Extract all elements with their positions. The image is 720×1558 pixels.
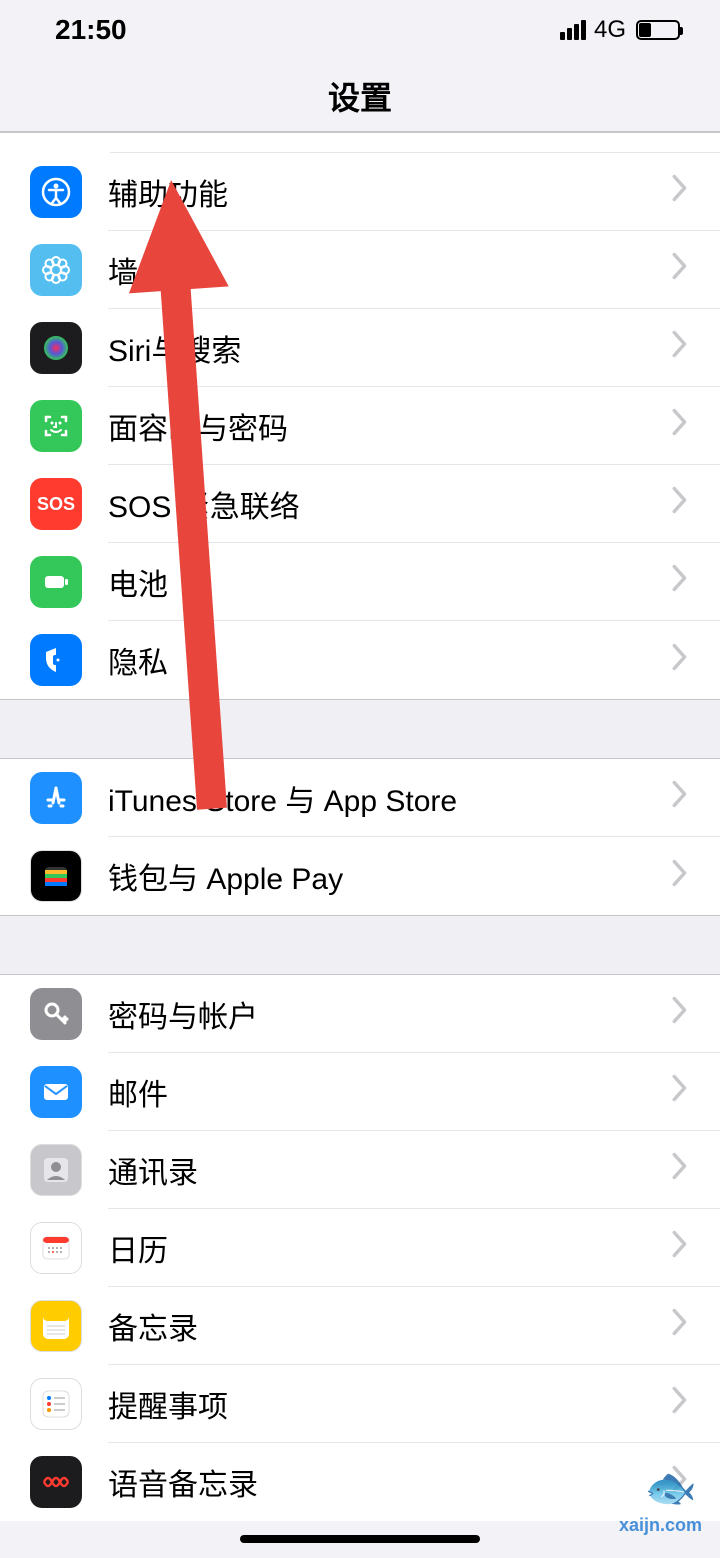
row-label: 隐私 bbox=[108, 638, 664, 682]
settings-row-accessibility[interactable]: 辅助功能 bbox=[0, 153, 720, 231]
wallet-icon bbox=[30, 850, 82, 902]
settings-row-reminders[interactable]: 提醒事项 bbox=[0, 1365, 720, 1443]
row-label: Siri与搜索 bbox=[108, 326, 664, 370]
reminders-icon bbox=[30, 1378, 82, 1430]
faceid-icon bbox=[30, 400, 82, 452]
chevron-right-icon bbox=[664, 778, 696, 817]
settings-row-mail[interactable]: 邮件 bbox=[0, 1053, 720, 1131]
watermark-text: xaijn.com bbox=[619, 1515, 702, 1536]
siri-icon bbox=[30, 322, 82, 374]
chevron-right-icon bbox=[664, 1306, 696, 1345]
row-label: 邮件 bbox=[108, 1070, 664, 1114]
chevron-right-icon bbox=[664, 328, 696, 367]
row-label: 通讯录 bbox=[108, 1148, 664, 1192]
chevron-right-icon bbox=[664, 857, 696, 896]
settings-row-calendar[interactable]: 日历 bbox=[0, 1209, 720, 1287]
row-label: 密码与帐户 bbox=[108, 992, 664, 1036]
chevron-right-icon bbox=[664, 1384, 696, 1423]
signal-icon bbox=[560, 20, 586, 40]
group-spacer bbox=[0, 915, 720, 975]
mail-icon bbox=[30, 1066, 82, 1118]
status-bar: 21:50 4G bbox=[0, 0, 720, 60]
row-label: iTunes Store 与 App Store bbox=[108, 776, 664, 820]
privacy-icon bbox=[30, 634, 82, 686]
row-label: 面容ID与密码 bbox=[108, 404, 664, 448]
status-indicators: 4G bbox=[560, 16, 680, 44]
wallpaper-icon bbox=[30, 244, 82, 296]
notes-icon bbox=[30, 1300, 82, 1352]
row-label: SOS 紧急联络 bbox=[108, 482, 664, 526]
chevron-right-icon bbox=[664, 1072, 696, 1111]
row-label: 钱包与 Apple Pay bbox=[108, 854, 664, 898]
accessibility-icon bbox=[30, 166, 82, 218]
chevron-right-icon bbox=[664, 994, 696, 1033]
key-icon bbox=[30, 988, 82, 1040]
calendar-icon bbox=[30, 1222, 82, 1274]
row-label: 备忘录 bbox=[108, 1304, 664, 1348]
row-label: 提醒事项 bbox=[108, 1382, 664, 1426]
row-label: 辅助功能 bbox=[108, 170, 664, 214]
battery-icon bbox=[636, 20, 680, 40]
settings-group: 密码与帐户邮件通讯录日历备忘录提醒事项语音备忘录 bbox=[0, 975, 720, 1521]
status-time: 21:50 bbox=[55, 14, 127, 46]
row-label: 电池 bbox=[108, 560, 664, 604]
chevron-right-icon bbox=[664, 562, 696, 601]
contacts-icon bbox=[30, 1144, 82, 1196]
watermark-logo-icon: 🐟 bbox=[645, 1464, 697, 1513]
chevron-right-icon bbox=[664, 250, 696, 289]
settings-row-passwords[interactable]: 密码与帐户 bbox=[0, 975, 720, 1053]
chevron-right-icon bbox=[664, 406, 696, 445]
row-label: 墙纸 bbox=[108, 248, 664, 292]
settings-group: iTunes Store 与 App Store 钱包与 Apple Pay bbox=[0, 759, 720, 915]
settings-row-battery[interactable]: 电池 bbox=[0, 543, 720, 621]
watermark: 🐟 xaijn.com bbox=[592, 1468, 712, 1538]
settings-row-notes[interactable]: 备忘录 bbox=[0, 1287, 720, 1365]
network-label: 4G bbox=[594, 16, 626, 44]
chevron-right-icon bbox=[664, 172, 696, 211]
settings-row-faceid[interactable]: 面容ID与密码 bbox=[0, 387, 720, 465]
voicememos-icon bbox=[30, 1456, 82, 1508]
group-spacer bbox=[0, 699, 720, 759]
chevron-right-icon bbox=[664, 484, 696, 523]
settings-row-contacts[interactable]: 通讯录 bbox=[0, 1131, 720, 1209]
home-indicator bbox=[240, 1535, 480, 1543]
row-label: 语音备忘录 bbox=[108, 1460, 664, 1504]
row-label: 日历 bbox=[108, 1226, 664, 1270]
settings-row-wallet[interactable]: 钱包与 Apple Pay bbox=[0, 837, 720, 915]
chevron-right-icon bbox=[664, 641, 696, 680]
sos-icon: SOS bbox=[30, 478, 82, 530]
page-title: 设置 bbox=[328, 73, 392, 119]
settings-row-sos[interactable]: SOS SOS 紧急联络 bbox=[0, 465, 720, 543]
settings-row-privacy[interactable]: 隐私 bbox=[0, 621, 720, 699]
chevron-right-icon bbox=[664, 1150, 696, 1189]
settings-row-siri[interactable]: Siri与搜索 bbox=[0, 309, 720, 387]
appstore-icon bbox=[30, 772, 82, 824]
nav-header: 设置 bbox=[0, 60, 720, 132]
settings-row-wallpaper[interactable]: 墙纸 bbox=[0, 231, 720, 309]
settings-group: 辅助功能墙纸 Siri与搜索面容ID与密码 SOS SOS 紧急联络电池隐私 bbox=[0, 153, 720, 699]
settings-row-itunes[interactable]: iTunes Store 与 App Store bbox=[0, 759, 720, 837]
chevron-right-icon bbox=[664, 1228, 696, 1267]
battery-icon bbox=[30, 556, 82, 608]
